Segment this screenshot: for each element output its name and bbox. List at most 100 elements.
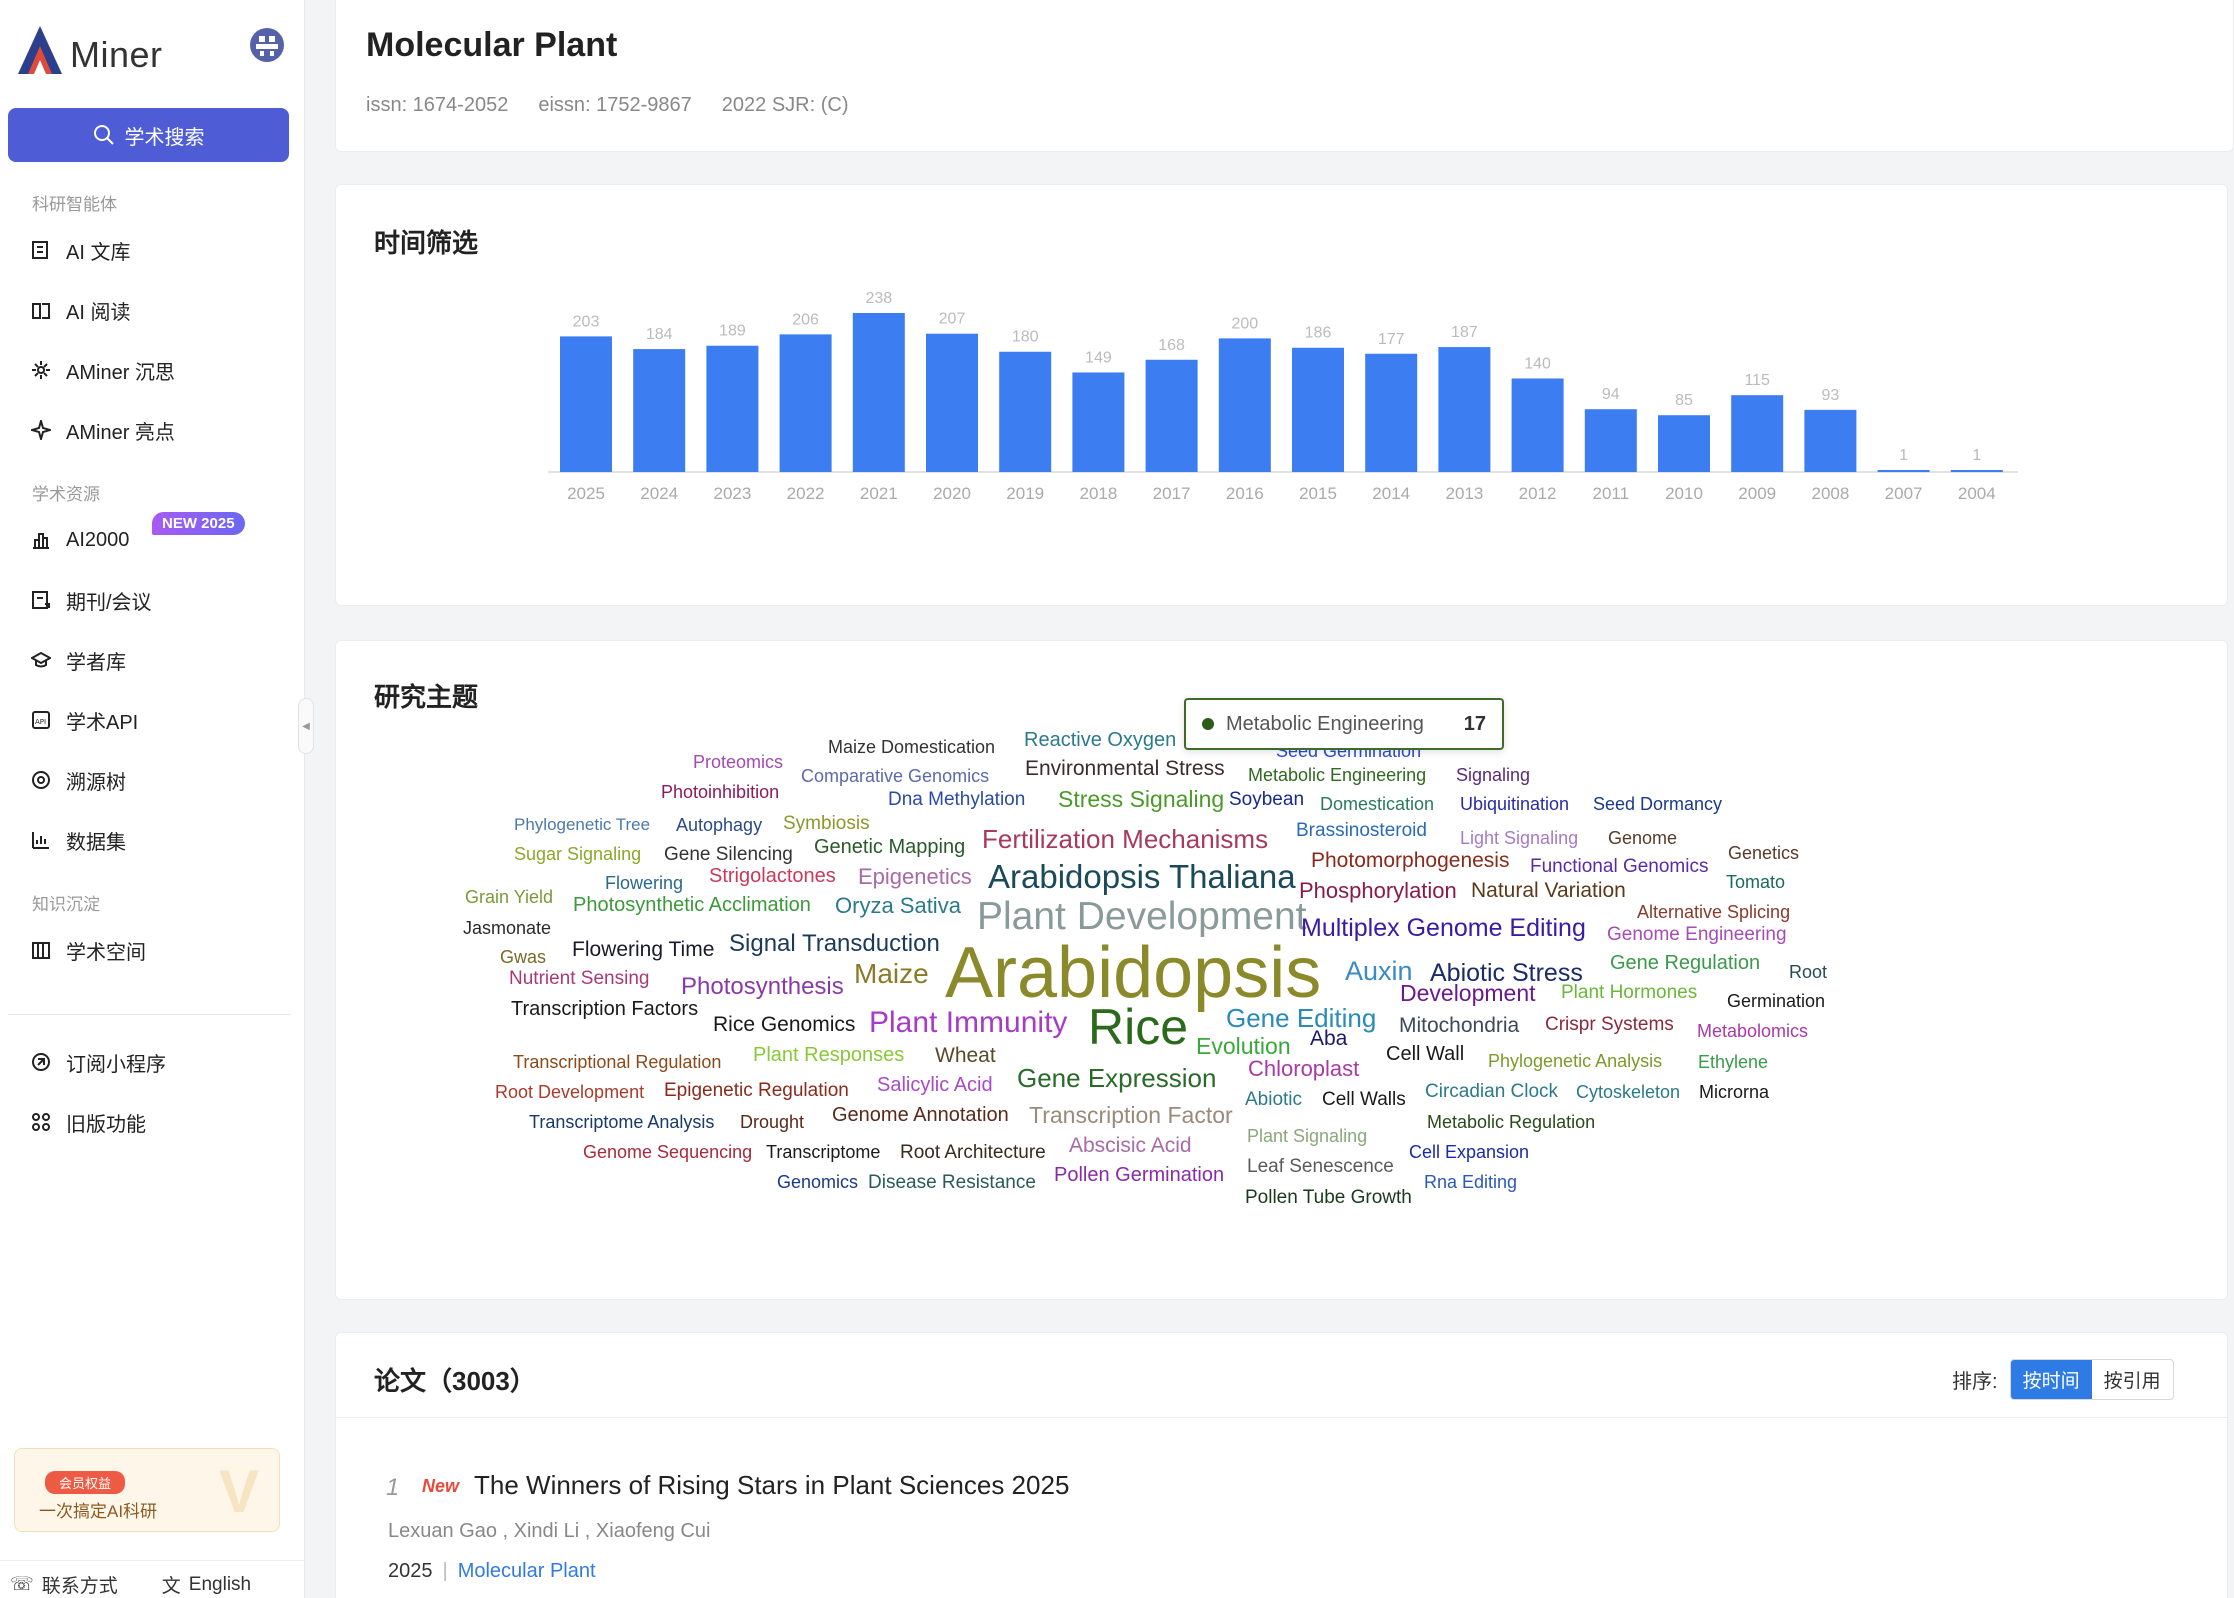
- topic-word[interactable]: Multiplex Genome Editing: [1301, 916, 1586, 941]
- topic-word[interactable]: Epigenetic Regulation: [664, 1081, 849, 1100]
- topic-word[interactable]: Gene Expression: [1017, 1065, 1216, 1091]
- bar-2009[interactable]: [1731, 395, 1784, 472]
- topic-word[interactable]: Oryza Sativa: [835, 895, 961, 917]
- bar-2008[interactable]: [1804, 409, 1857, 472]
- topic-word[interactable]: Reactive Oxygen: [1024, 730, 1176, 750]
- bar-2018[interactable]: [1072, 372, 1125, 472]
- topic-word[interactable]: Transcriptome: [766, 1143, 880, 1161]
- topic-word[interactable]: Environmental Stress: [1025, 758, 1225, 779]
- topic-word[interactable]: Plant Immunity: [869, 1008, 1067, 1038]
- topic-word[interactable]: Abiotic: [1245, 1090, 1302, 1109]
- bar-2024[interactable]: [633, 349, 686, 472]
- topic-word[interactable]: Rice: [1088, 1002, 1188, 1052]
- topic-word[interactable]: Development: [1400, 982, 1536, 1005]
- topic-word[interactable]: Stress Signaling: [1058, 788, 1224, 811]
- topic-word[interactable]: Aba: [1310, 1028, 1347, 1049]
- topic-word[interactable]: Phosphorylation: [1299, 880, 1457, 902]
- topic-word[interactable]: Crispr Systems: [1545, 1015, 1674, 1034]
- topic-word[interactable]: Metabolic Engineering: [1248, 766, 1426, 784]
- topic-word[interactable]: Chloroplast: [1248, 1058, 1359, 1080]
- topic-word[interactable]: Genome Annotation: [832, 1105, 1009, 1125]
- bar-2021[interactable]: [852, 313, 905, 472]
- bar-2010[interactable]: [1658, 415, 1710, 472]
- bar-2019[interactable]: [999, 351, 1052, 472]
- topic-word[interactable]: Root Development: [495, 1083, 644, 1101]
- topic-word[interactable]: Epigenetics: [858, 866, 972, 888]
- topic-word[interactable]: Strigolactones: [709, 866, 836, 886]
- topic-word[interactable]: Fertilization Mechanisms: [982, 826, 1268, 852]
- topic-word[interactable]: Arabidopsis Thaliana: [988, 860, 1296, 893]
- bar-2014[interactable]: [1365, 353, 1418, 472]
- topic-word[interactable]: Cytoskeleton: [1576, 1083, 1680, 1101]
- topic-word[interactable]: Root Architecture: [900, 1143, 1046, 1162]
- bar-2020[interactable]: [926, 333, 978, 472]
- topic-word[interactable]: Ethylene: [1698, 1053, 1768, 1071]
- topic-word[interactable]: Phylogenetic Analysis: [1488, 1052, 1662, 1070]
- topic-word[interactable]: Phylogenetic Tree: [514, 816, 650, 833]
- bar-2025[interactable]: [560, 336, 612, 472]
- bar-2016[interactable]: [1218, 338, 1271, 472]
- bar-2022[interactable]: [779, 334, 832, 472]
- topic-word[interactable]: Grain Yield: [465, 888, 553, 906]
- topic-word[interactable]: Autophagy: [676, 816, 762, 834]
- topic-word[interactable]: Natural Variation: [1471, 880, 1626, 901]
- topic-word[interactable]: Genome Engineering: [1607, 925, 1787, 944]
- topic-word[interactable]: Rice Genomics: [713, 1014, 855, 1035]
- bar-2012[interactable]: [1511, 378, 1564, 472]
- topic-word[interactable]: Mitochondria: [1399, 1015, 1519, 1036]
- bar-2015[interactable]: [1292, 347, 1344, 472]
- topic-word[interactable]: Transcriptome Analysis: [529, 1113, 714, 1131]
- bar-2011[interactable]: [1584, 409, 1637, 472]
- topic-word[interactable]: Maize Domestication: [828, 738, 995, 756]
- topic-word[interactable]: Plant Signaling: [1247, 1127, 1367, 1145]
- topic-word[interactable]: Plant Hormones: [1561, 983, 1697, 1002]
- topic-word[interactable]: Leaf Senescence: [1247, 1157, 1394, 1176]
- topic-word[interactable]: Root: [1789, 963, 1827, 981]
- topic-word[interactable]: Proteomics: [693, 753, 783, 771]
- topic-word[interactable]: Flowering: [605, 874, 683, 892]
- topic-word[interactable]: Pollen Tube Growth: [1245, 1188, 1412, 1207]
- topic-word[interactable]: Ubiquitination: [1460, 795, 1569, 813]
- topic-word[interactable]: Photoinhibition: [661, 783, 779, 801]
- topic-word[interactable]: Wheat: [935, 1045, 996, 1066]
- bar-2004[interactable]: [1950, 470, 2003, 472]
- topic-word[interactable]: Circadian Clock: [1425, 1082, 1558, 1101]
- topic-word[interactable]: Seed Dormancy: [1593, 795, 1722, 813]
- topic-word[interactable]: Metabolic Regulation: [1427, 1113, 1595, 1131]
- topic-word[interactable]: Evolution: [1196, 1035, 1291, 1058]
- topic-word[interactable]: Photosynthesis: [681, 975, 844, 999]
- topic-word[interactable]: Metabolomics: [1697, 1022, 1808, 1040]
- bar-2013[interactable]: [1438, 347, 1491, 472]
- topic-word[interactable]: Genetic Mapping: [814, 837, 965, 857]
- topic-word[interactable]: Jasmonate: [463, 919, 551, 937]
- topic-word[interactable]: Microrna: [1699, 1083, 1769, 1101]
- topic-word[interactable]: Symbiosis: [783, 814, 870, 833]
- topic-word[interactable]: Gene Editing: [1226, 1005, 1376, 1031]
- topic-word[interactable]: Brassinosteroid: [1296, 821, 1427, 840]
- topic-word[interactable]: Plant Responses: [753, 1045, 904, 1065]
- bar-2023[interactable]: [706, 345, 759, 472]
- topic-word[interactable]: Signaling: [1456, 766, 1530, 784]
- bar-2017[interactable]: [1145, 359, 1198, 472]
- topic-word[interactable]: Transcription Factor: [1029, 1104, 1233, 1127]
- topic-word[interactable]: Nutrient Sensing: [509, 969, 649, 988]
- topic-word[interactable]: Drought: [740, 1113, 804, 1131]
- topic-word[interactable]: Soybean: [1229, 790, 1304, 809]
- topic-word[interactable]: Genome: [1608, 829, 1677, 847]
- topic-word[interactable]: Disease Resistance: [868, 1173, 1036, 1192]
- topic-word[interactable]: Flowering Time: [572, 939, 714, 960]
- topic-word[interactable]: Sugar Signaling: [514, 845, 641, 863]
- topic-word[interactable]: Plant Development: [977, 897, 1307, 936]
- topic-word[interactable]: Light Signaling: [1460, 829, 1578, 847]
- topic-word[interactable]: Comparative Genomics: [801, 767, 989, 785]
- topic-word[interactable]: Genomics: [777, 1173, 858, 1191]
- topic-word[interactable]: Cell Expansion: [1409, 1143, 1529, 1161]
- topic-word[interactable]: Genetics: [1728, 844, 1799, 862]
- bar-2007[interactable]: [1877, 470, 1930, 472]
- topic-word[interactable]: Domestication: [1320, 795, 1434, 813]
- topic-word[interactable]: Transcriptional Regulation: [513, 1053, 721, 1071]
- topic-word[interactable]: Gene Regulation: [1610, 953, 1760, 973]
- topic-word[interactable]: Signal Transduction: [729, 932, 940, 956]
- topic-word[interactable]: Transcription Factors: [511, 999, 698, 1019]
- topic-word[interactable]: Germination: [1727, 992, 1825, 1010]
